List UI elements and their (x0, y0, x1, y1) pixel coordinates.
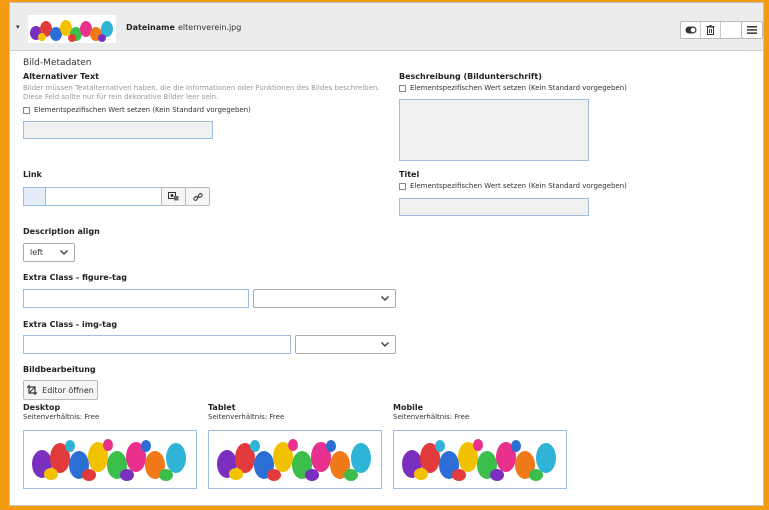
extra-class-img-input[interactable] (23, 335, 291, 354)
alt-text-description: Bilder müssen Textalternativen haben, di… (23, 84, 393, 102)
crop-preview-image (217, 439, 371, 481)
image-editing-label: Bildbearbeitung (23, 365, 96, 374)
title-label: Titel (399, 170, 420, 179)
alt-text-description-line2: Diese Feld sollte nur für rein dekorativ… (23, 93, 219, 101)
crop-title: Mobile (393, 403, 424, 412)
checkbox-box[interactable] (23, 106, 30, 114)
section-title: Bild-Metadaten (23, 58, 92, 68)
alt-text-override-checkbox[interactable]: Elementspezifischen Wert setzen (Kein St… (23, 106, 251, 114)
description-override-checkbox[interactable]: Elementspezifischen Wert setzen (Kein St… (399, 84, 627, 92)
checkbox-box[interactable] (399, 84, 406, 92)
extra-class-img-select[interactable] (295, 335, 396, 354)
link-label: Link (23, 170, 42, 179)
crop-preview-image (402, 439, 556, 481)
description-align-label: Description align (23, 227, 100, 236)
crop-preview-desktop[interactable] (23, 430, 197, 489)
toggle-visibility-icon[interactable] (681, 22, 701, 38)
checkbox-label: Elementspezifischen Wert setzen (Kein St… (410, 182, 627, 190)
description-align-select[interactable]: left (23, 243, 75, 262)
crop-title: Desktop (23, 403, 61, 412)
chevron-down-icon (60, 250, 68, 255)
title-input[interactable] (399, 198, 589, 216)
panel-header[interactable]: ▾ Dateiname elternverein.jpg (10, 3, 763, 51)
crop-preview-image (32, 439, 186, 481)
filename-label: Dateiname (126, 23, 175, 32)
title-override-checkbox[interactable]: Elementspezifischen Wert setzen (Kein St… (399, 182, 627, 190)
extra-class-figure-select[interactable] (253, 289, 396, 308)
alt-text-input[interactable] (23, 121, 213, 139)
link-icon (192, 192, 203, 201)
link-wizard-icon (168, 192, 179, 201)
link-type-addon (24, 188, 46, 205)
link-chain-button[interactable] (185, 187, 210, 206)
header-actions (680, 21, 742, 39)
crop-ratio: Seitenverhältnis: Free (23, 413, 100, 421)
alt-text-description-line1: Bilder müssen Textalternativen haben, di… (23, 84, 380, 92)
alt-text-label: Alternativer Text (23, 72, 99, 81)
link-input-group (23, 187, 162, 206)
chevron-down-icon (381, 342, 389, 347)
open-editor-label: Editor öffnen (42, 385, 94, 395)
collapse-caret-icon[interactable]: ▾ (16, 23, 20, 31)
extra-class-figure-input[interactable] (23, 289, 249, 308)
crop-preview-tablet[interactable] (208, 430, 382, 489)
extra-class-img-label: Extra Class - img-tag (23, 320, 118, 329)
select-value: left (30, 248, 43, 257)
extra-class-figure-label: Extra Class - figure-tag (23, 273, 127, 282)
checkbox-box[interactable] (399, 182, 406, 190)
crop-ratio: Seitenverhältnis: Free (208, 413, 285, 421)
crop-preview-mobile[interactable] (393, 430, 567, 489)
crop-ratio: Seitenverhältnis: Free (393, 413, 470, 421)
image-thumbnail (28, 15, 116, 43)
empty-action[interactable] (721, 22, 741, 38)
menu-icon[interactable] (741, 21, 763, 39)
crop-variant-tablet: Tablet Seitenverhältnis: Free (208, 403, 284, 421)
description-textarea[interactable] (399, 99, 589, 161)
checkbox-label: Elementspezifischen Wert setzen (Kein St… (410, 84, 627, 92)
crop-icon (27, 385, 38, 395)
file-reference-panel: ▾ Dateiname elternverein.jpg Bild-Metada… (9, 2, 764, 506)
link-browser-button[interactable] (161, 187, 186, 206)
crop-title: Tablet (208, 403, 236, 412)
crop-variant-desktop: Desktop Seitenverhältnis: Free (23, 403, 99, 421)
filename-value: elternverein.jpg (178, 23, 242, 32)
crop-variant-mobile: Mobile Seitenverhältnis: Free (393, 403, 469, 421)
description-label: Beschreibung (Bildunterschrift) (399, 72, 542, 81)
open-editor-button[interactable]: Editor öffnen (23, 380, 98, 400)
checkbox-label: Elementspezifischen Wert setzen (Kein St… (34, 106, 251, 114)
delete-icon[interactable] (701, 22, 721, 38)
chevron-down-icon (381, 296, 389, 301)
link-input[interactable] (46, 188, 161, 205)
